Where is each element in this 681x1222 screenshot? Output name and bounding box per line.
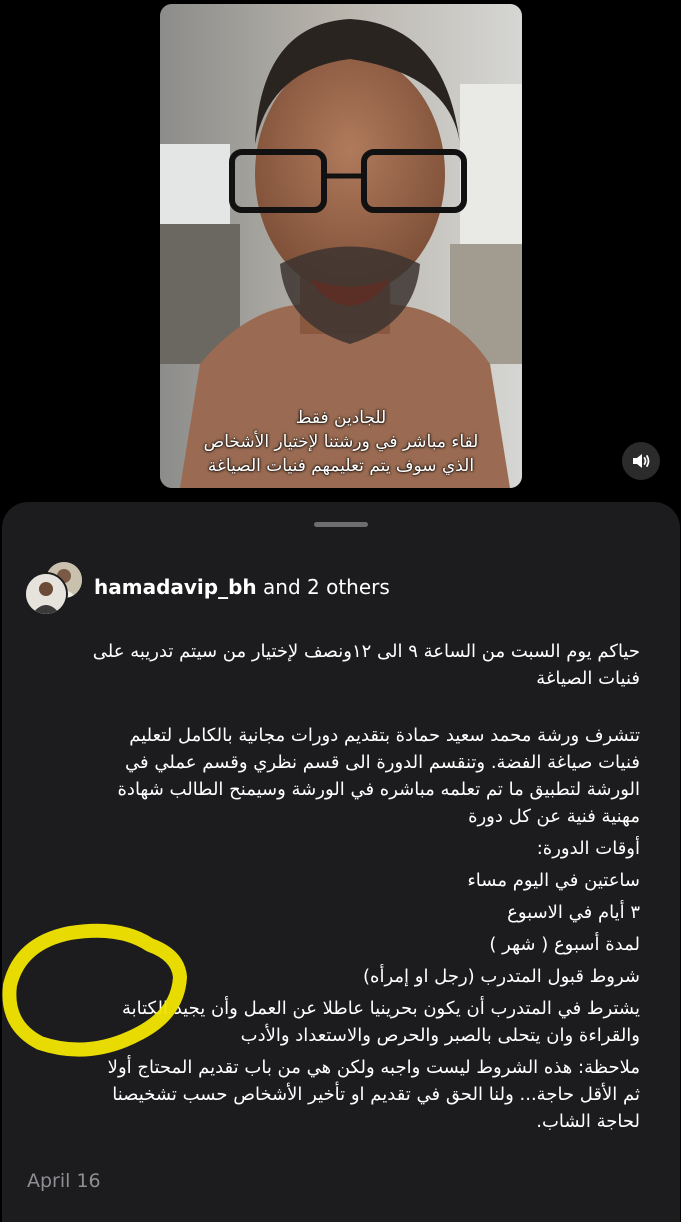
caption-line: ساعتين في اليوم مساء: [467, 870, 640, 891]
caption-line: فنيات صياغة الفضة. وتنقسم الدورة الى قسم…: [125, 752, 640, 773]
author-row[interactable]: hamadavip_bh and 2 others: [22, 560, 662, 616]
caption-line: يشترط في المتدرب أن يكون بحرينيا عاطلا ع…: [121, 998, 640, 1019]
avatar[interactable]: [24, 572, 68, 616]
caption-line: شروط قبول المتدرب (رجل او إمرأه): [363, 966, 640, 987]
caption-sheet: hamadavip_bh and 2 others حياكم يوم السب…: [2, 502, 680, 1222]
caption-line: مهنية فنية عن كل دورة: [468, 806, 640, 827]
caption-line: لمدة أسبوع ( شهر ): [489, 934, 640, 955]
caption-line: فنيات الصياغة: [536, 668, 640, 689]
post-caption: حياكم يوم السبت من الساعة ٩ الى ١٢ونصف ل…: [26, 638, 640, 1135]
author-suffix: and 2 others: [256, 575, 390, 599]
author-username[interactable]: hamadavip_bh: [94, 575, 257, 599]
avatar-image: [26, 574, 66, 614]
caption-line: لحاجة الشاب.: [536, 1111, 640, 1132]
audio-toggle-button[interactable]: [622, 442, 660, 480]
speaker-wave-icon: [633, 454, 650, 468]
caption-line: الورشة لتطبيق ما تم تعلمه مباشره في الور…: [117, 779, 641, 800]
caption-line: ٣ أيام في الاسبوع: [507, 902, 640, 923]
author-names[interactable]: hamadavip_bh and 2 others: [94, 575, 390, 599]
post-date: April 16: [27, 1170, 101, 1192]
caption-line: حياكم يوم السبت من الساعة ٩ الى ١٢ونصف ل…: [92, 641, 640, 662]
video-caption-line: الذي سوف يتم تعليمهم فنيات الصياغة: [207, 456, 475, 476]
caption-line: تتشرف ورشة محمد سعيد حمادة بتقديم دورات …: [129, 725, 640, 746]
caption-line: ثم الأقل حاجة... ولنا الحق في تقديم او ت…: [112, 1084, 640, 1105]
caption-line: ملاحظة: هذه الشروط ليست واجبه ولكن هي من…: [107, 1057, 640, 1078]
sheet-drag-handle[interactable]: [314, 522, 368, 527]
video-caption-line: لقاء مباشر في ورشتنا لإختيار الأشخاص: [203, 432, 479, 452]
video-player[interactable]: للجادين فقط لقاء مباشر في ورشتنا لإختيار…: [160, 4, 522, 488]
caption-line: والقراءة وان يتحلى بالصبر والحرص والاستع…: [240, 1025, 640, 1046]
video-caption-line: للجادين فقط: [295, 408, 387, 428]
caption-line: أوقات الدورة:: [536, 838, 640, 859]
video-caption: للجادين فقط لقاء مباشر في ورشتنا لإختيار…: [160, 406, 522, 478]
